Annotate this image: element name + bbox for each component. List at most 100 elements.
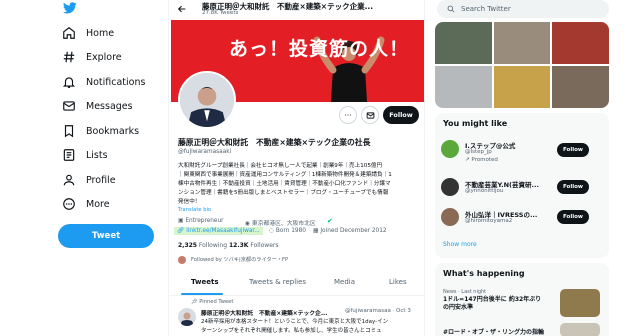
whats-happening-heading: What's happening xyxy=(443,269,525,278)
envelope-icon xyxy=(366,111,374,119)
calendar-icon: ▦ xyxy=(313,228,319,234)
nav-home[interactable]: Home xyxy=(62,22,114,44)
nav-more[interactable]: More xyxy=(62,193,110,215)
profile-avatar[interactable] xyxy=(178,71,236,129)
search-placeholder: Search Twitter xyxy=(461,5,511,13)
list-icon xyxy=(63,149,75,161)
promoted-text: Promoted xyxy=(471,157,498,163)
trend-thumbnail xyxy=(560,289,600,317)
follower-avatar xyxy=(178,256,186,264)
home-icon xyxy=(63,27,75,39)
media-thumbnail[interactable] xyxy=(552,22,609,64)
back-arrow-icon[interactable] xyxy=(177,4,187,14)
bookmark-icon xyxy=(64,125,74,138)
media-grid xyxy=(435,22,609,108)
nav-notifications[interactable]: Notifications xyxy=(62,71,145,93)
message-button[interactable] xyxy=(361,106,379,124)
banner-slogan: あっ！投資筋の人！ xyxy=(229,38,410,60)
following-stat[interactable]: 2,325 Following xyxy=(178,242,227,249)
trend-title: #ロード・オブ・ザ・リング力の指輪 xyxy=(443,329,545,336)
bio-line: ンション管理｜書籍を5冊出版しまとベストセラー｜ブログ・ユーチューブでも情報 xyxy=(178,190,389,196)
tweet-author-avatar[interactable] xyxy=(178,308,196,326)
briefcase-icon: ▣ xyxy=(178,218,184,224)
hashtag-icon xyxy=(63,51,75,63)
joined-text: Joined December 2012 xyxy=(320,228,387,234)
followers-label: Followers xyxy=(250,242,279,249)
nav-messages[interactable]: Messages xyxy=(62,95,133,117)
pinned-label-text: Pinned Tweet xyxy=(199,299,234,305)
tweet-text-line: 24新卒採用が本格スタート！ということで、今月に東京と大阪で1day-イン xyxy=(201,319,389,325)
profile-website-link[interactable]: 🔗︎ linktr.ee/Masaakifujiwar... xyxy=(174,227,263,235)
media-thumbnail[interactable] xyxy=(435,66,492,108)
trend-thumbnail xyxy=(560,323,600,336)
more-options-button[interactable]: ··· xyxy=(339,106,357,124)
nav-profile[interactable]: Profile xyxy=(62,169,116,191)
nav-explore[interactable]: Explore xyxy=(62,46,122,68)
pin-icon: 📌︎ xyxy=(191,299,198,305)
avatar-photo xyxy=(180,73,234,127)
profile-category: ▣ Entrepreneur xyxy=(178,218,224,224)
tab-tweets[interactable]: Tweets xyxy=(191,278,218,286)
following-label: Following xyxy=(198,242,228,249)
twitter-logo-icon[interactable] xyxy=(63,2,77,14)
nav-explore-label: Explore xyxy=(86,51,122,63)
following-count: 2,325 xyxy=(178,242,197,249)
follow-button[interactable]: Follow xyxy=(557,143,589,157)
left-navigation: Home Explore Notifications Messages Book… xyxy=(0,0,168,336)
website-text: linktr.ee/Masaakifujiwar... xyxy=(186,228,260,234)
promoted-label: ↗ Promoted xyxy=(465,157,498,163)
tweet-text-line: ターンシップをそれぞれ開催します。私も参加し、学生の皆さんとコミュ xyxy=(201,328,382,334)
followed-by-text[interactable]: Followed by ツバキ|京都のライター・FP xyxy=(191,256,288,263)
born-text: Born 1980 xyxy=(275,228,306,234)
tab-likes[interactable]: Likes xyxy=(389,278,407,286)
profile-joined: ▦ Joined December 2012 xyxy=(313,228,387,234)
person-icon xyxy=(63,174,75,186)
search-icon xyxy=(447,5,455,13)
link-icon: 🔗︎ xyxy=(177,228,185,234)
show-more-link[interactable]: Show more xyxy=(443,241,477,248)
tab-tweets-replies[interactable]: Tweets & replies xyxy=(249,278,306,286)
nav-profile-label: Profile xyxy=(86,174,116,186)
suggestion-avatar xyxy=(441,208,459,226)
avatar-photo xyxy=(180,312,194,326)
bio-line: 棟中古物件再生｜不動産投資｜土地活用｜賃貸管理｜不動産小口化ファンド｜分譲マ xyxy=(178,181,391,187)
tweet-author-name[interactable]: 藤原正明＠大和財託 不動産×建築×テック企... xyxy=(201,308,327,317)
bell-icon xyxy=(62,77,76,88)
followers-count: 12.3K xyxy=(229,242,249,249)
suggestion-avatar xyxy=(441,140,459,158)
envelope-icon xyxy=(63,101,75,111)
nav-bookmarks[interactable]: Bookmarks xyxy=(62,120,139,142)
follow-button[interactable]: Follow xyxy=(557,210,589,224)
profile-handle: @fujiwaramasaaki xyxy=(178,149,232,155)
tweet-button[interactable]: Tweet xyxy=(58,224,154,248)
tab-media[interactable]: Media xyxy=(334,278,355,286)
suggestion-handle: @hiromitoyama2 xyxy=(465,218,513,224)
media-thumbnail[interactable] xyxy=(493,66,551,108)
whats-happening-card: What's happening News · Last night 1ドル=1… xyxy=(435,263,609,336)
suggestion-avatar xyxy=(441,178,459,196)
nav-messages-label: Messages xyxy=(86,100,133,112)
media-thumbnail[interactable] xyxy=(552,66,609,108)
nav-notifications-label: Notifications xyxy=(86,76,146,88)
verified-check-icon: ✔ xyxy=(327,217,333,225)
right-sidebar: Search Twitter You might like I.ステップ@公式 … xyxy=(425,0,640,336)
profile-header-bar: 藤原正明＠大和財託 不動産×建築×テック企業... 27.8K Tweets xyxy=(169,0,424,20)
more-circle-icon xyxy=(63,198,75,210)
media-thumbnail[interactable] xyxy=(435,22,492,64)
tweet-handle-time: @fujiwaramasaa · Oct 3 xyxy=(345,308,411,314)
profile-born: ◌ Born 1980 xyxy=(269,228,306,234)
media-thumbnail[interactable] xyxy=(493,22,551,64)
translate-bio-link[interactable]: Translate bio xyxy=(178,207,211,213)
follow-button[interactable]: Follow xyxy=(557,180,589,194)
profile-location: ◉ 東京都港区、大阪市北区 xyxy=(245,218,316,227)
suggestion-handle: @Istep_jp xyxy=(465,149,492,155)
who-to-follow-card: You might like I.ステップ@公式 @Istep_jp ↗ Pro… xyxy=(435,113,609,258)
bio-line: ｜関東関西で事業展開｜資産運用コンサルティング｜1棟新築物件開発＆建築請負｜1 xyxy=(178,172,392,178)
followers-stat[interactable]: 12.3K Followers xyxy=(229,242,278,249)
follow-button[interactable]: Follow xyxy=(383,106,419,124)
profile-name: 藤原正明＠大和財託 不動産×建築×テック企業の社長 xyxy=(178,138,371,147)
search-input[interactable]: Search Twitter xyxy=(437,0,609,18)
profile-column: 藤原正明＠大和財託 不動産×建築×テック企業... 27.8K Tweets あ… xyxy=(168,0,425,336)
nav-lists[interactable]: Lists xyxy=(62,144,108,166)
bio-line: 発信中！ xyxy=(178,199,201,205)
